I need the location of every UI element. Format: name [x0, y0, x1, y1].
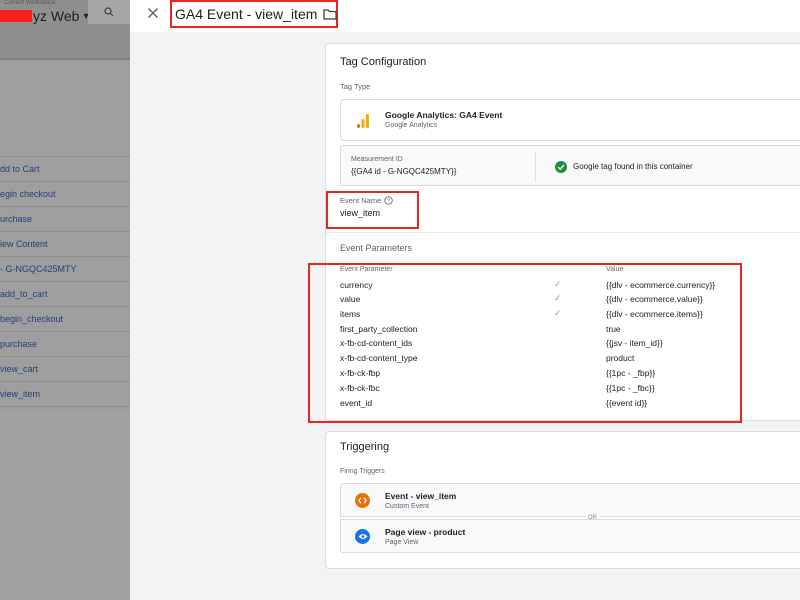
- tag-type-sub: Google Analytics: [385, 122, 438, 129]
- google-tag-status: Google tag found in this container: [573, 162, 693, 171]
- parameter-name[interactable]: event_id: [340, 398, 372, 408]
- tag-list-item[interactable]: urchase: [0, 207, 130, 232]
- value-column-header: Value: [606, 266, 624, 273]
- tag-configuration-card: Tag Configuration Tag Type Google Analyt…: [308, 43, 800, 423]
- search-icon: [104, 7, 114, 17]
- close-icon: [147, 7, 159, 19]
- measurement-id-label: Measurement ID: [351, 156, 403, 163]
- parameter-value[interactable]: {{event id}}: [606, 398, 647, 408]
- parameter-name[interactable]: x-fb-ck-fbc: [340, 383, 380, 393]
- checkmark-icon: ✓: [554, 279, 562, 289]
- tag-type-label: Tag Type: [340, 82, 371, 91]
- tag-type-selector[interactable]: Google Analytics: GA4 Event Google Analy…: [340, 99, 800, 141]
- parameter-row: x-fb-cd-content_ids {{jsv - item_id}}: [340, 338, 800, 352]
- tag-list-item[interactable]: dd to Cart: [0, 157, 130, 182]
- parameter-column-header: Event Parameter: [340, 266, 393, 273]
- trigger-name: Page view - product: [385, 527, 466, 537]
- tag-configuration-title: Tag Configuration: [340, 56, 427, 68]
- triggering-title: Triggering: [340, 441, 390, 453]
- tag-list-item[interactable]: egin checkout: [0, 182, 130, 207]
- trigger-item[interactable]: Event - view_item Custom Event: [340, 483, 800, 517]
- tag-list-item[interactable]: begin_checkout: [0, 307, 130, 332]
- event-name-label: Event Name ?: [340, 196, 393, 205]
- firing-triggers-label: Firing Triggers: [340, 468, 385, 475]
- workspace-name: yz Web: [33, 8, 80, 24]
- parameter-value[interactable]: product: [606, 353, 634, 363]
- workspace-caption: Current Workspace: [4, 0, 56, 6]
- tag-list-item[interactable]: iew Content: [0, 232, 130, 257]
- workspace-selector[interactable]: yz Web ▾: [0, 8, 88, 24]
- event-name-label-text: Event Name: [340, 196, 382, 205]
- trigger-type: Custom Event: [385, 503, 429, 510]
- tag-list-item[interactable]: view_cart: [0, 357, 130, 382]
- editor-topbar: GA4 Event - view_item: [130, 0, 800, 32]
- trigger-item[interactable]: Page view - product Page View: [340, 519, 800, 553]
- measurement-id-box: Measurement ID {{GA4 id - G-NGQC425MTY}}…: [340, 145, 800, 186]
- redaction-mark: [0, 10, 32, 22]
- parameter-row: value ✓ {{dlv - ecommerce.value}}: [340, 293, 800, 308]
- check-circle-icon: [555, 160, 567, 178]
- parameter-name[interactable]: currency: [340, 280, 373, 290]
- parameter-row: event_id {{event id}}: [340, 398, 800, 412]
- tag-list-item[interactable]: purchase: [0, 332, 130, 357]
- tag-list-item[interactable]: - G-NGQC425MTY: [0, 257, 130, 282]
- checkmark-icon: ✓: [554, 308, 562, 318]
- background-lower: [0, 410, 130, 600]
- triggering-card: Triggering Firing Triggers Event - view_…: [325, 431, 800, 569]
- parameter-value[interactable]: {{1pc - _fbc}}: [606, 383, 655, 393]
- help-icon[interactable]: ?: [384, 196, 393, 205]
- code-icon: [355, 493, 370, 508]
- tag-list-item[interactable]: view_item: [0, 382, 130, 407]
- tag-title-text: GA4 Event - view_item: [175, 6, 318, 22]
- svg-text:?: ?: [387, 199, 390, 205]
- parameter-name[interactable]: value: [340, 294, 360, 304]
- close-button[interactable]: [142, 2, 164, 24]
- parameter-row: x-fb-ck-fbc {{1pc - _fbc}}: [340, 383, 800, 397]
- folder-icon[interactable]: [323, 8, 338, 20]
- event-name-value[interactable]: view_item: [340, 208, 380, 218]
- parameter-name[interactable]: items: [340, 309, 360, 319]
- event-parameters-title: Event Parameters: [340, 243, 413, 253]
- divider: [535, 152, 536, 182]
- tag-title[interactable]: GA4 Event - view_item: [170, 0, 338, 28]
- parameter-name[interactable]: first_party_collection: [340, 324, 417, 334]
- parameter-value[interactable]: {{dlv - ecommerce.items}}: [606, 309, 703, 319]
- parameter-row: first_party_collection true: [340, 324, 800, 338]
- parameter-row: x-fb-ck-fbp {{1pc - _fbp}}: [340, 368, 800, 382]
- checkmark-icon: ✓: [554, 293, 562, 303]
- trigger-name: Event - view_item: [385, 491, 457, 501]
- parameter-value[interactable]: true: [606, 324, 621, 334]
- background-panel: Current Workspace yz Web ▾ dd to Cart egi…: [0, 0, 130, 600]
- parameter-row: currency ✓ {{dlv - ecommerce.currency}}: [340, 279, 800, 294]
- parameter-value[interactable]: {{dlv - ecommerce.currency}}: [606, 280, 715, 290]
- tag-list-item[interactable]: add_to_cart: [0, 282, 130, 307]
- parameter-value[interactable]: {{dlv - ecommerce.value}}: [606, 294, 703, 304]
- search-button[interactable]: [88, 0, 130, 24]
- tag-type-name: Google Analytics: GA4 Event: [385, 110, 503, 120]
- parameter-name[interactable]: x-fb-ck-fbp: [340, 368, 380, 378]
- trigger-type: Page View: [385, 539, 419, 546]
- measurement-id-value[interactable]: {{GA4 id - G-NGQC425MTY}}: [351, 167, 456, 176]
- google-analytics-icon: [357, 114, 369, 133]
- parameter-name[interactable]: x-fb-cd-content_ids: [340, 338, 412, 348]
- tag-list: dd to Cart egin checkout urchase iew Conten…: [0, 156, 130, 407]
- parameter-row: items ✓ {{dlv - ecommerce.items}}: [340, 308, 800, 323]
- tag-editor: GA4 Event - view_item Tag Configuration …: [130, 0, 800, 600]
- section-divider: [326, 232, 800, 233]
- eye-icon: [355, 529, 370, 544]
- parameter-value[interactable]: {{jsv - item_id}}: [606, 338, 663, 348]
- parameter-row: x-fb-cd-content_type product: [340, 353, 800, 367]
- parameter-name[interactable]: x-fb-cd-content_type: [340, 353, 417, 363]
- parameter-value[interactable]: {{1pc - _fbp}}: [606, 368, 655, 378]
- workspace-header: Current Workspace yz Web ▾: [0, 0, 130, 60]
